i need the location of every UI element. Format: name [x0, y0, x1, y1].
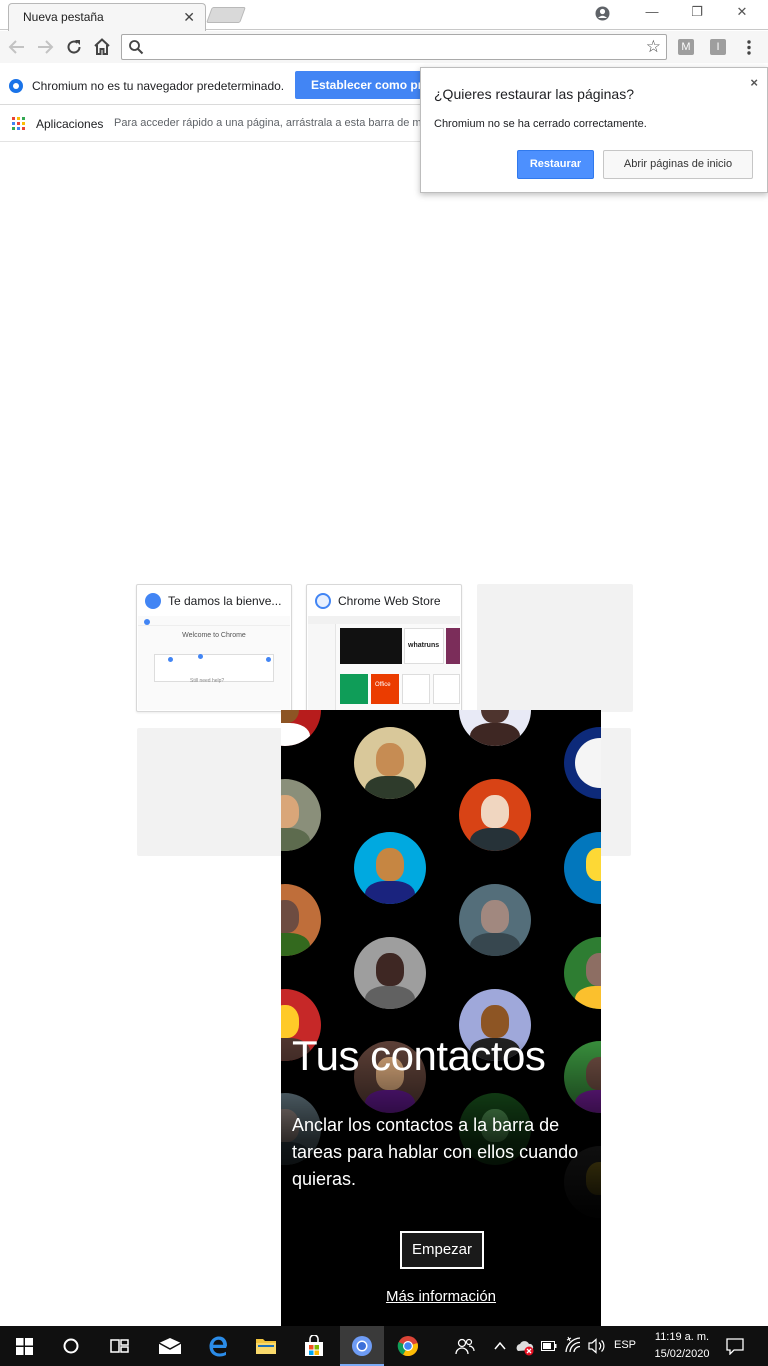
apps-grid-icon[interactable] — [12, 117, 26, 131]
omnibox[interactable]: ☆ — [121, 34, 667, 60]
most-visited-tile[interactable]: Te damos la bienve... Welcome to Chrome … — [136, 584, 292, 712]
home-icon[interactable] — [92, 37, 112, 56]
tab-nueva-pestana[interactable]: Nueva pestaña ✕ — [8, 3, 206, 31]
menu-kebab-icon[interactable] — [745, 39, 753, 56]
thumb-label: whatruns — [408, 642, 440, 649]
chevron-up-icon[interactable] — [494, 1341, 506, 1350]
open-home-pages-button[interactable]: Abrir páginas de inicio — [603, 150, 753, 179]
thumb-label-2: Office — [375, 682, 391, 688]
chromium-icon — [352, 1336, 372, 1356]
contact-avatar-icon — [459, 710, 531, 746]
onedrive-error-icon[interactable] — [515, 1338, 535, 1356]
contact-avatar-icon — [354, 937, 426, 1009]
tab-title: Nueva pestaña — [23, 10, 104, 24]
volume-icon[interactable] — [588, 1338, 606, 1354]
contact-avatar-icon — [564, 727, 601, 799]
chrome-icon[interactable] — [397, 1335, 419, 1357]
people-panel: Tus contactos Anclar los contactos a la … — [281, 710, 601, 1326]
clock-date: 15/02/2020 — [654, 1348, 710, 1360]
minimize-button[interactable]: — — [632, 4, 672, 24]
start-button[interactable]: Empezar — [400, 1231, 484, 1269]
extension-m-icon[interactable]: M — [678, 39, 694, 55]
empty-tile — [477, 584, 633, 712]
restore-button[interactable]: Restaurar — [517, 150, 594, 179]
people-icon[interactable] — [455, 1337, 475, 1355]
windows-taskbar: ESP 11:19 a. m. 15/02/2020 — [0, 1326, 768, 1366]
tab-close-icon[interactable]: ✕ — [183, 9, 195, 26]
contact-avatar-icon — [564, 832, 601, 904]
reload-icon[interactable] — [65, 38, 83, 56]
browser-toolbar: ☆ M I — [0, 31, 768, 63]
new-tab-button[interactable] — [206, 7, 246, 23]
contact-avatar-icon — [281, 884, 321, 956]
restore-window-button[interactable]: ❐ — [677, 4, 717, 24]
more-info-link[interactable]: Más información — [281, 1288, 601, 1305]
cortana-search-icon[interactable] — [63, 1338, 79, 1354]
profile-icon[interactable] — [595, 6, 610, 21]
windows-start-icon[interactable] — [16, 1338, 33, 1355]
forward-icon[interactable] — [36, 39, 54, 55]
chromium-icon — [9, 79, 23, 93]
contact-avatar-icon — [459, 779, 531, 851]
store-icon[interactable] — [303, 1335, 325, 1357]
dialog-description: Chromium no se ha cerrado correctamente. — [434, 118, 647, 130]
action-center-icon[interactable] — [726, 1338, 744, 1355]
tile-title: Te damos la bienve... — [168, 594, 282, 608]
tile-title: Chrome Web Store — [338, 594, 441, 608]
close-window-button[interactable]: ✕ — [722, 4, 762, 24]
webstore-favicon-icon — [315, 593, 331, 609]
back-icon[interactable] — [8, 39, 26, 55]
contact-avatar-icon — [354, 727, 426, 799]
search-icon — [129, 40, 144, 55]
close-icon[interactable]: × — [750, 75, 758, 90]
clock-time: 11:19 a. m. — [654, 1331, 710, 1343]
set-default-button[interactable]: Establecer como predeterminado — [295, 71, 435, 99]
contact-avatar-icon — [281, 779, 321, 851]
edge-browser-icon[interactable] — [207, 1335, 229, 1357]
chromium-taskbar-active[interactable] — [340, 1326, 384, 1366]
tile-thumbnail: whatruns Office — [308, 616, 460, 710]
tile-thumbnail: Welcome to Chrome Still need help? — [138, 616, 290, 710]
contact-avatar-icon — [564, 937, 601, 1009]
battery-icon[interactable] — [541, 1340, 557, 1352]
bookmark-star-icon[interactable]: ☆ — [646, 37, 661, 57]
tab-strip: Nueva pestaña ✕ — ❐ ✕ — [0, 0, 768, 31]
infobar-message: Chromium no es tu navegador predetermina… — [32, 79, 285, 93]
language-indicator[interactable]: ESP — [614, 1339, 636, 1351]
contact-avatar-icon — [354, 832, 426, 904]
thumb-footer: Still need help? — [190, 678, 225, 684]
taskbar-clock[interactable]: 11:19 a. m. 15/02/2020 — [646, 1329, 718, 1363]
file-explorer-icon[interactable] — [255, 1336, 277, 1356]
people-title: Tus contactos — [292, 1032, 546, 1079]
chrome-favicon-icon — [145, 593, 161, 609]
most-visited-tile[interactable]: Chrome Web Store whatruns Office — [306, 584, 462, 712]
apps-link[interactable]: Aplicaciones — [36, 117, 103, 131]
dialog-title: ¿Quieres restaurar las páginas? — [434, 86, 634, 102]
extension-i-icon[interactable]: I — [710, 39, 726, 55]
wifi-icon[interactable] — [565, 1336, 581, 1354]
thumb-heading: Welcome to Chrome — [182, 632, 246, 639]
people-description: Anclar los contactos a la barra de tarea… — [292, 1115, 579, 1189]
mail-icon[interactable] — [158, 1337, 182, 1355]
contact-avatar-icon — [459, 884, 531, 956]
contact-avatar-icon — [281, 710, 321, 746]
task-view-icon[interactable] — [110, 1337, 129, 1355]
restore-pages-dialog: ¿Quieres restaurar las páginas? × Chromi… — [420, 67, 768, 193]
